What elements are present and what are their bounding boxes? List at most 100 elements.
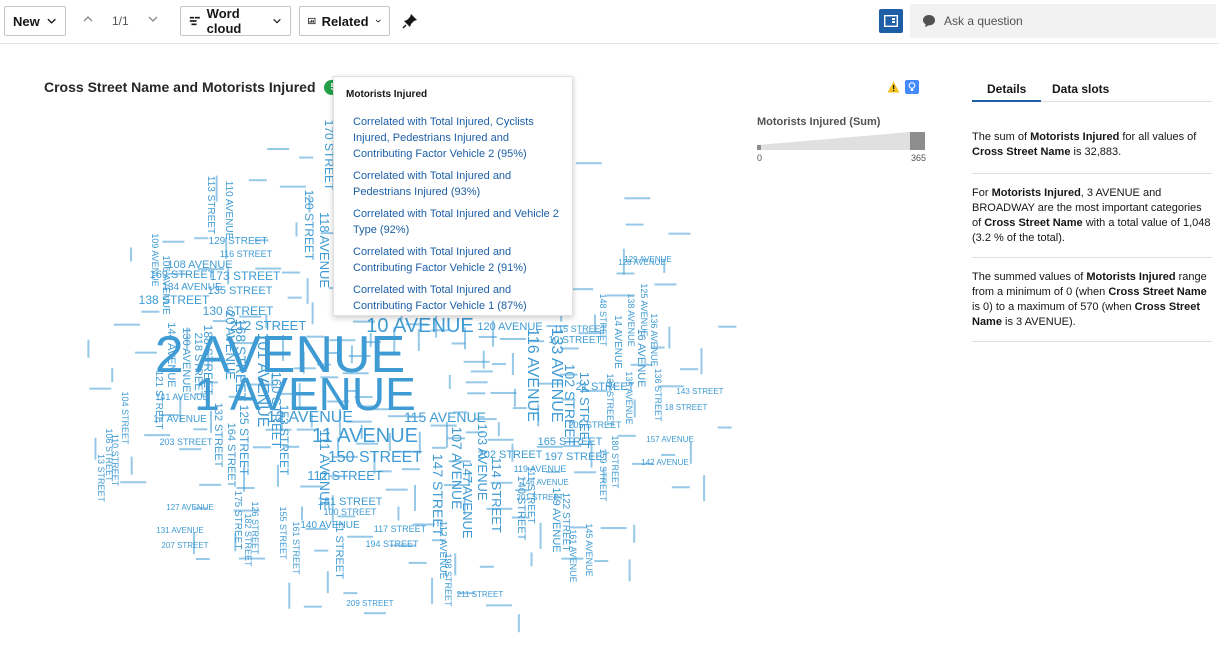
word-cloud-minor-word[interactable] bbox=[401, 468, 420, 471]
word-cloud-minor-word[interactable] bbox=[199, 381, 218, 384]
word-cloud-word[interactable]: 153 STREET bbox=[277, 405, 291, 476]
word-cloud-minor-word[interactable] bbox=[346, 535, 373, 538]
word-cloud-word[interactable]: 143 STREET bbox=[676, 387, 723, 396]
word-cloud-minor-word[interactable] bbox=[456, 592, 475, 595]
word-cloud-minor-word[interactable] bbox=[87, 339, 90, 358]
visualization-type-button[interactable]: Word cloud bbox=[180, 6, 291, 36]
word-cloud-minor-word[interactable] bbox=[454, 553, 457, 576]
word-cloud-word[interactable]: 207 STREET bbox=[161, 541, 208, 550]
word-cloud-minor-word[interactable] bbox=[478, 335, 497, 338]
word-cloud-minor-word[interactable] bbox=[331, 455, 358, 458]
new-button[interactable]: New bbox=[4, 6, 66, 36]
word-cloud-minor-word[interactable] bbox=[431, 329, 450, 332]
word-cloud-minor-word[interactable] bbox=[326, 571, 329, 594]
word-cloud-minor-word[interactable] bbox=[248, 179, 267, 182]
tooltip-item[interactable]: Correlated with Total Injured and Vehicl… bbox=[346, 206, 560, 238]
word-cloud-minor-word[interactable] bbox=[239, 315, 262, 318]
word-cloud-word[interactable]: 110 AVENUE bbox=[223, 181, 234, 240]
word-cloud-minor-word[interactable] bbox=[630, 363, 653, 366]
word-cloud-minor-word[interactable] bbox=[293, 367, 316, 370]
word-cloud-minor-word[interactable] bbox=[362, 341, 381, 344]
word-cloud-minor-word[interactable] bbox=[405, 323, 428, 326]
word-cloud-word[interactable]: 173 STREET bbox=[210, 269, 281, 283]
word-cloud-minor-word[interactable] bbox=[369, 332, 372, 347]
word-cloud-minor-word[interactable] bbox=[447, 437, 466, 440]
word-cloud-minor-word[interactable] bbox=[360, 424, 363, 439]
word-cloud-minor-word[interactable] bbox=[357, 405, 376, 408]
word-cloud-word[interactable]: 117 STREET bbox=[374, 524, 427, 534]
word-cloud-minor-word[interactable] bbox=[134, 351, 157, 354]
word-cloud-minor-word[interactable] bbox=[463, 496, 466, 515]
word-cloud-minor-word[interactable] bbox=[306, 278, 309, 305]
word-cloud-minor-word[interactable] bbox=[227, 266, 230, 285]
word-cloud-minor-word[interactable] bbox=[331, 495, 334, 522]
word-cloud-minor-word[interactable] bbox=[465, 381, 488, 384]
word-cloud-word[interactable]: 180 STREET bbox=[610, 435, 620, 489]
word-cloud-word[interactable]: 142 AVENUE bbox=[641, 458, 688, 467]
word-cloud-word[interactable]: 161 STREET bbox=[291, 521, 301, 575]
word-cloud-minor-word[interactable] bbox=[511, 516, 530, 519]
word-cloud-minor-word[interactable] bbox=[663, 258, 666, 273]
word-cloud-word[interactable]: 147 AVENUE bbox=[460, 461, 475, 538]
word-cloud-minor-word[interactable] bbox=[574, 471, 597, 474]
word-cloud-word[interactable]: 211 STREET bbox=[457, 590, 504, 599]
word-cloud-minor-word[interactable] bbox=[356, 442, 379, 445]
word-cloud-minor-word[interactable] bbox=[278, 392, 297, 395]
word-cloud-word[interactable]: 198 STREET bbox=[443, 553, 453, 607]
word-cloud-minor-word[interactable] bbox=[608, 378, 611, 393]
word-cloud-minor-word[interactable] bbox=[448, 460, 471, 463]
warning-icon[interactable] bbox=[887, 81, 900, 93]
word-cloud-minor-word[interactable] bbox=[463, 360, 490, 363]
word-cloud-word[interactable]: 109 AVENUE bbox=[150, 233, 160, 286]
word-cloud-minor-word[interactable] bbox=[326, 352, 341, 355]
word-cloud-minor-word[interactable] bbox=[141, 310, 160, 313]
word-cloud-word[interactable]: 10 STREET bbox=[548, 335, 601, 346]
word-cloud-minor-word[interactable] bbox=[265, 314, 268, 329]
tooltip-item[interactable]: Correlated with Total Injured and Contri… bbox=[346, 282, 560, 314]
word-cloud-word[interactable]: 136 AVENUE bbox=[649, 313, 659, 366]
word-cloud-minor-word[interactable] bbox=[345, 420, 372, 423]
tooltip-item[interactable]: Correlated with Total Injured and Pedest… bbox=[346, 168, 560, 200]
word-cloud-word[interactable]: 202 STREET bbox=[478, 449, 543, 461]
word-cloud-minor-word[interactable] bbox=[393, 327, 396, 354]
word-cloud-minor-word[interactable] bbox=[631, 462, 654, 465]
word-cloud-minor-word[interactable] bbox=[600, 527, 627, 530]
word-cloud-minor-word[interactable] bbox=[387, 415, 414, 418]
word-cloud-minor-word[interactable] bbox=[467, 392, 486, 395]
word-cloud-word[interactable]: 140 STREET bbox=[515, 476, 527, 541]
word-cloud-word[interactable]: 132 STREET bbox=[212, 403, 224, 468]
word-cloud-minor-word[interactable] bbox=[700, 348, 703, 375]
word-cloud-minor-word[interactable] bbox=[413, 484, 416, 511]
word-cloud-minor-word[interactable] bbox=[368, 408, 391, 411]
word-cloud-minor-word[interactable] bbox=[718, 325, 737, 328]
word-cloud-minor-word[interactable] bbox=[113, 323, 140, 326]
word-cloud-minor-word[interactable] bbox=[302, 351, 305, 374]
word-cloud-word[interactable]: 102 STREET bbox=[562, 364, 578, 447]
word-cloud-minor-word[interactable] bbox=[363, 612, 386, 615]
word-cloud-minor-word[interactable] bbox=[513, 388, 516, 407]
word-cloud-minor-word[interactable] bbox=[210, 410, 213, 433]
word-cloud-minor-word[interactable] bbox=[464, 327, 467, 350]
word-cloud-minor-word[interactable] bbox=[162, 240, 185, 243]
word-cloud-minor-word[interactable] bbox=[650, 346, 665, 349]
word-cloud-minor-word[interactable] bbox=[207, 350, 210, 369]
word-cloud-minor-word[interactable] bbox=[195, 557, 210, 560]
word-cloud-minor-word[interactable] bbox=[234, 533, 237, 552]
word-cloud-minor-word[interactable] bbox=[474, 418, 497, 421]
word-cloud-minor-word[interactable] bbox=[530, 340, 545, 343]
word-cloud-minor-word[interactable] bbox=[265, 428, 292, 431]
tab-data-slots[interactable]: Data slots bbox=[1037, 74, 1124, 102]
word-cloud-minor-word[interactable] bbox=[345, 389, 360, 392]
word-cloud-minor-word[interactable] bbox=[511, 443, 514, 462]
word-cloud-minor-word[interactable] bbox=[703, 475, 706, 502]
word-cloud-minor-word[interactable] bbox=[624, 197, 651, 200]
word-cloud-minor-word[interactable] bbox=[130, 247, 133, 262]
word-cloud-word[interactable]: 125 STREET bbox=[237, 405, 251, 476]
word-cloud-minor-word[interactable] bbox=[255, 267, 282, 270]
word-cloud-minor-word[interactable] bbox=[337, 515, 356, 518]
word-cloud-minor-word[interactable] bbox=[671, 486, 690, 489]
word-cloud-minor-word[interactable] bbox=[316, 363, 331, 366]
word-cloud-minor-word[interactable] bbox=[144, 434, 171, 437]
word-cloud-word[interactable]: 18 STREET bbox=[665, 403, 708, 412]
word-cloud-minor-word[interactable] bbox=[571, 288, 594, 291]
